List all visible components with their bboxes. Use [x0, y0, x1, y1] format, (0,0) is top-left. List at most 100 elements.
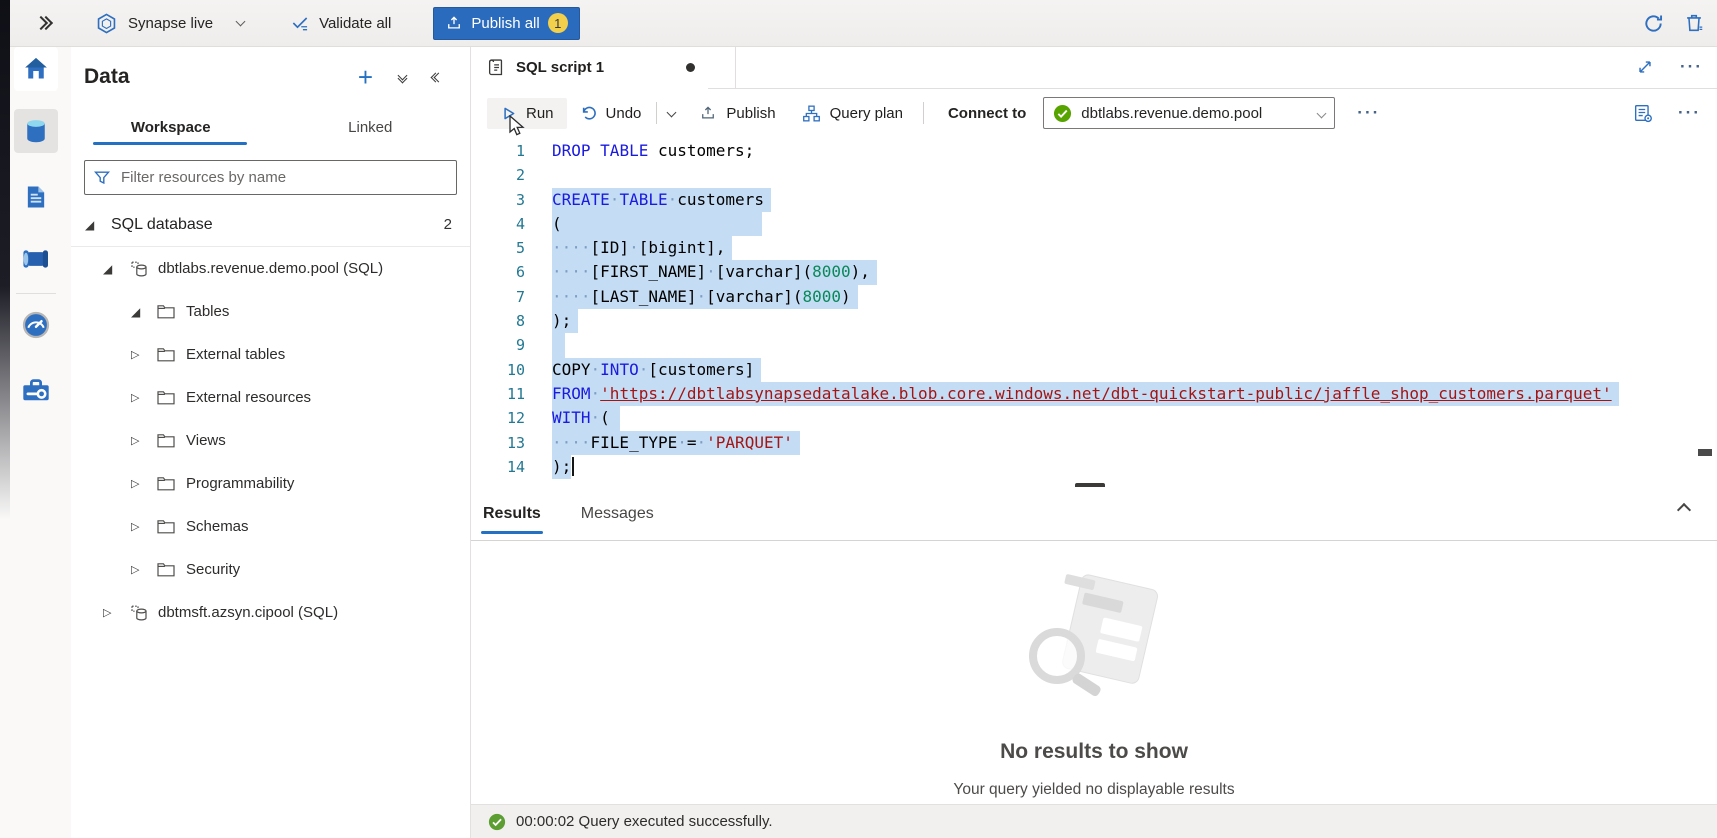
code-line-12[interactable]: 12WITH·(	[471, 406, 1717, 430]
line-number: 13	[471, 431, 525, 455]
code-line-5[interactable]: 5····[ID]·[bigint],	[471, 236, 1717, 260]
tree-item-security[interactable]: ▷ Security	[71, 548, 470, 591]
tab-messages[interactable]: Messages	[579, 487, 656, 540]
expand-menu-icon[interactable]	[36, 18, 51, 28]
tree-item-programmability[interactable]: ▷ Programmability	[71, 462, 470, 505]
code-line-13[interactable]: 13····FILE_TYPE·=·'PARQUET'	[471, 431, 1717, 455]
publish-label: Publish	[726, 105, 775, 122]
undo-label: Undo	[606, 105, 642, 122]
tree-item-label: dbtmsft.azsyn.cipool (SQL)	[158, 604, 338, 621]
toolbar-overflow-icon[interactable]: ···	[1678, 108, 1701, 118]
tab-workspace[interactable]: Workspace	[71, 109, 271, 145]
editor-scrollbar-mark[interactable]	[1698, 449, 1712, 456]
collapse-panel-icon[interactable]	[432, 74, 442, 81]
status-success-icon	[488, 813, 506, 831]
empty-state-subtitle: Your query yielded no displayable result…	[471, 781, 1717, 799]
folder-icon	[157, 474, 179, 494]
sql-code-editor[interactable]: 1DROP TABLE customers;23CREATE·TABLE·cus…	[471, 137, 1717, 490]
expand-node-icon[interactable]: ▷	[131, 348, 157, 361]
folder-icon	[157, 388, 179, 408]
undo-button[interactable]: Undo	[579, 104, 642, 122]
gauge-icon	[21, 310, 51, 340]
results-panel-header: Results Messages	[471, 487, 1717, 541]
toolbar-more-icon[interactable]: ···	[1357, 108, 1380, 118]
main-workspace: SQL script 1 ··· R	[471, 46, 1717, 838]
code-line-14[interactable]: 14);	[471, 455, 1717, 479]
publish-button[interactable]: Publish	[699, 104, 775, 122]
tree-item-count: 2	[444, 216, 452, 233]
code-line-7[interactable]: 7····[LAST_NAME]·[varchar](8000)	[471, 285, 1717, 309]
tree-item-schemas[interactable]: ▷Schemas	[71, 505, 470, 548]
code-line-8[interactable]: 8);	[471, 309, 1717, 333]
validate-icon	[290, 13, 310, 33]
tree-item-sql-database[interactable]: ◢SQL database2	[71, 203, 470, 247]
line-number: 14	[471, 455, 525, 479]
tab-sql-script-1[interactable]: SQL script 1	[471, 46, 736, 88]
publish-all-button[interactable]: Publish all 1	[433, 7, 579, 40]
code-line-4[interactable]: 4(	[471, 212, 1717, 236]
collapse-all-icon[interactable]	[399, 72, 406, 82]
tab-results[interactable]: Results	[481, 487, 543, 540]
tree-item-label: Security	[186, 561, 240, 578]
nav-develop[interactable]	[14, 175, 58, 219]
code-line-1[interactable]: 1DROP TABLE customers;	[471, 139, 1717, 163]
tree-item-label: External tables	[186, 346, 285, 363]
expand-node-icon[interactable]: ▷	[131, 434, 157, 447]
tree-item-tables[interactable]: ◢Tables	[71, 290, 470, 333]
mode-selector[interactable]: Synapse live	[95, 12, 244, 35]
code-line-2[interactable]: 2	[471, 163, 1717, 187]
code-line-9[interactable]: 9	[471, 333, 1717, 357]
code-line-10[interactable]: 10COPY·INTO·[customers]	[471, 358, 1717, 382]
query-plan-button[interactable]: Query plan	[802, 104, 903, 123]
pool-select-chevron-icon	[1317, 108, 1327, 118]
code-line-text: ····[FIRST_NAME]·[varchar](8000),	[552, 260, 877, 284]
pool-select-dropdown[interactable]: dbtlabs.revenue.demo.pool	[1043, 97, 1335, 129]
expand-node-icon[interactable]: ▷	[131, 563, 157, 576]
filter-resources-input[interactable]	[119, 168, 447, 187]
tree-item-external-resources[interactable]: ▷External resources	[71, 376, 470, 419]
validate-all-button[interactable]: Validate all	[290, 13, 391, 33]
nav-integrate[interactable]	[14, 237, 58, 281]
document-title: SQL script 1	[516, 59, 604, 76]
collapse-node-icon[interactable]: ◢	[85, 218, 111, 232]
tab-more-icon[interactable]: ···	[1680, 62, 1703, 72]
synapse-live-icon	[95, 12, 118, 35]
data-panel-tabs: Workspace Linked	[71, 109, 470, 145]
folder-icon	[157, 560, 179, 580]
add-resource-icon[interactable]: +	[358, 67, 373, 87]
folder-icon	[157, 345, 179, 365]
undo-icon	[579, 104, 597, 122]
expand-node-icon[interactable]: ▷	[103, 606, 129, 619]
panel-title: Data	[84, 65, 130, 89]
tree-item-label: Programmability	[186, 475, 294, 492]
tree-item-label: Views	[186, 432, 226, 449]
collapse-node-icon[interactable]: ◢	[103, 262, 129, 276]
nav-manage[interactable]	[14, 369, 58, 413]
nav-home[interactable]	[14, 47, 58, 91]
tab-linked[interactable]: Linked	[271, 109, 471, 145]
code-line-11[interactable]: 11FROM·'https://dbtlabsynapsedatalake.bl…	[471, 382, 1717, 406]
refresh-icon[interactable]	[1642, 12, 1665, 35]
tree-item-dbtmsft-azsyn-cipool-sql[interactable]: ▷ dbtmsft.azsyn.cipool (SQL)	[71, 591, 470, 634]
code-line-text: );	[552, 455, 571, 479]
tree-item-views[interactable]: ▷ Views	[71, 419, 470, 462]
view-settings-icon[interactable]	[1632, 102, 1654, 124]
code-line-6[interactable]: 6····[FIRST_NAME]·[varchar](8000),	[471, 260, 1717, 284]
connect-to-label: Connect to	[948, 105, 1026, 122]
expand-node-icon[interactable]: ▷	[131, 477, 157, 490]
mode-chevron-icon[interactable]	[236, 17, 246, 27]
nav-data-active[interactable]	[14, 109, 58, 153]
document-tab-bar: SQL script 1 ···	[471, 46, 1717, 89]
tree-item-external-tables[interactable]: ▷ External tables	[71, 333, 470, 376]
nav-monitor[interactable]	[14, 303, 58, 347]
discard-trash-icon[interactable]	[1683, 12, 1705, 34]
expand-node-icon[interactable]: ▷	[131, 520, 157, 533]
code-line-3[interactable]: 3CREATE·TABLE·customers	[471, 188, 1717, 212]
run-options-chevron-icon[interactable]	[667, 107, 677, 117]
tree-item-label: dbtlabs.revenue.demo.pool (SQL)	[158, 260, 383, 277]
unsaved-changes-dot	[686, 63, 695, 72]
expand-node-icon[interactable]: ▷	[131, 391, 157, 404]
collapse-node-icon[interactable]: ◢	[131, 305, 157, 319]
tree-item-dbtlabs-revenue-demo-pool-sql[interactable]: ◢ dbtlabs.revenue.demo.pool (SQL)	[71, 247, 470, 290]
expand-editor-icon[interactable]	[1636, 58, 1654, 76]
